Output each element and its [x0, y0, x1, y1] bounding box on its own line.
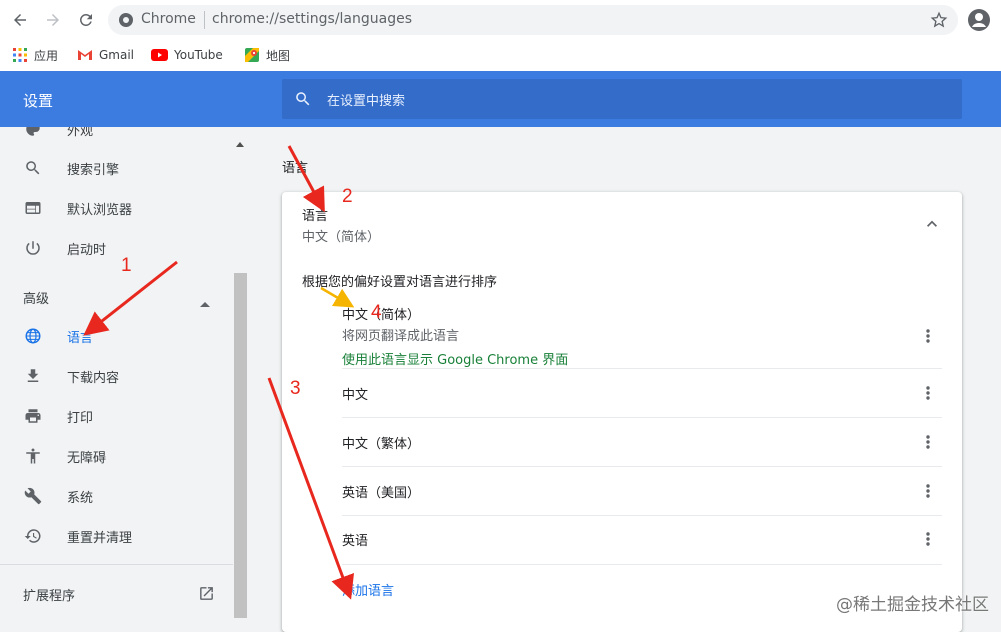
- back-arrow-icon: [14, 14, 26, 26]
- power-icon: [23, 238, 43, 258]
- download-icon: [23, 366, 43, 386]
- wrench-icon: [23, 486, 43, 506]
- collapse-arrow-icon[interactable]: [200, 292, 210, 311]
- url-text[interactable]: chrome://settings/languages: [212, 11, 412, 27]
- youtube-icon: [151, 49, 168, 61]
- sidebar-item-appearance[interactable]: 外观: [0, 127, 233, 147]
- section-title: 语言: [282, 161, 309, 176]
- globe-icon: [23, 326, 43, 346]
- sidebar-scrollbar-thumb[interactable]: [234, 273, 247, 618]
- card-title: 语言: [302, 209, 329, 224]
- language-name: 英语: [342, 534, 369, 549]
- back-button[interactable]: [8, 8, 32, 32]
- forward-button[interactable]: [41, 8, 65, 32]
- annotation-label-2: 2: [342, 186, 353, 207]
- languages-card: 语言 中文（简体） 根据您的偏好设置对语言进行排序 中文（简体） 将网页翻译成此…: [282, 192, 962, 632]
- annotation-label-1: 1: [121, 255, 132, 276]
- search-icon: [23, 158, 43, 178]
- sidebar-item-downloads[interactable]: 下载内容: [0, 358, 233, 394]
- sidebar-item-label: 语言: [67, 330, 94, 346]
- more-vert-icon[interactable]: [916, 430, 940, 454]
- more-vert-icon[interactable]: [916, 527, 940, 551]
- sidebar-item-extensions[interactable]: 扩展程序: [23, 585, 75, 604]
- language-row: 英语: [342, 516, 942, 565]
- profile-avatar-icon[interactable]: [967, 8, 991, 32]
- sidebar-item-default-browser[interactable]: 默认浏览器: [0, 190, 233, 226]
- language-name: 中文（繁体）: [342, 437, 421, 452]
- bookmarks-bar: 应用 Gmail YouTube 地图: [0, 40, 1001, 72]
- chrome-page-icon: [118, 12, 134, 32]
- page-title: 设置: [23, 92, 54, 110]
- card-subtitle: 中文（简体）: [302, 230, 381, 245]
- site-label: Chrome: [141, 11, 196, 27]
- add-languages-button[interactable]: 添加语言: [342, 580, 394, 599]
- sidebar-item-label: 外观: [67, 127, 94, 139]
- language-row: 中文（简体） 将网页翻译成此语言 使用此语言显示 Google Chrome 界…: [342, 298, 942, 369]
- bookmark-star-icon[interactable]: [930, 11, 948, 33]
- apps-grid-icon: [12, 47, 28, 63]
- sidebar-divider: [0, 564, 233, 565]
- palette-icon: [23, 127, 43, 139]
- sidebar-advanced-header[interactable]: 高级: [23, 288, 49, 307]
- sidebar-item-search-engine[interactable]: 搜索引擎: [0, 150, 233, 186]
- sidebar-item-label: 搜索引擎: [67, 162, 120, 178]
- settings-search-input[interactable]: 在设置中搜索: [282, 79, 962, 119]
- omnibox-divider: [204, 11, 205, 29]
- restore-icon: [23, 526, 43, 546]
- bookmark-label: 应用: [34, 48, 59, 63]
- collapse-button[interactable]: [922, 214, 942, 234]
- scroll-up-arrow-icon[interactable]: [236, 132, 244, 151]
- sidebar-item-label: 系统: [67, 490, 94, 506]
- annotation-label-4: 4: [371, 302, 382, 323]
- bookmark-label: 地图: [266, 48, 291, 63]
- sidebar-item-label: 启动时: [67, 242, 107, 258]
- search-icon: [294, 90, 312, 112]
- language-name: 英语（美国）: [342, 486, 421, 501]
- language-row: 英语（美国）: [342, 467, 942, 516]
- bookmark-youtube[interactable]: YouTube: [151, 45, 223, 65]
- sidebar-item-label: 无障碍: [67, 450, 107, 466]
- language-row: 中文: [342, 369, 942, 418]
- bookmark-gmail[interactable]: Gmail: [77, 45, 134, 65]
- maps-icon: [244, 47, 260, 63]
- bookmark-label: YouTube: [174, 48, 223, 62]
- sidebar-item-languages[interactable]: 语言: [0, 318, 233, 354]
- sidebar-item-label: 默认浏览器: [67, 202, 133, 218]
- sidebar-item-on-startup[interactable]: 启动时: [0, 230, 233, 266]
- gmail-icon: [77, 49, 93, 61]
- browser-icon: [23, 198, 43, 218]
- browser-toolbar: Chrome chrome://settings/languages: [0, 0, 1001, 40]
- sort-hint-text: 根据您的偏好设置对语言进行排序: [302, 275, 498, 290]
- bookmark-apps[interactable]: 应用: [12, 45, 58, 65]
- display-in-language-link[interactable]: 使用此语言显示 Google Chrome 界面: [342, 349, 568, 368]
- forward-arrow-icon: [47, 14, 59, 26]
- language-note: 将网页翻译成此语言: [342, 329, 460, 344]
- sidebar-item-system[interactable]: 系统: [0, 478, 233, 514]
- sidebar-item-printing[interactable]: 打印: [0, 398, 233, 434]
- open-in-new-icon[interactable]: [198, 585, 215, 606]
- chevron-up-icon: [927, 220, 937, 227]
- sidebar: 外观 搜索引擎 默认浏览器 启动时 高级 语言 下载内容 打印 无障碍 系统 重…: [0, 127, 233, 618]
- more-vert-icon[interactable]: [916, 381, 940, 405]
- bookmark-maps[interactable]: 地图: [244, 45, 290, 65]
- settings-header: 设置 在设置中搜索: [0, 71, 1001, 127]
- sidebar-item-label: 打印: [67, 410, 94, 426]
- sidebar-item-label: 重置并清理: [67, 530, 133, 546]
- more-vert-icon[interactable]: [916, 479, 940, 503]
- sidebar-item-accessibility[interactable]: 无障碍: [0, 438, 233, 474]
- bookmark-label: Gmail: [99, 48, 135, 62]
- accessibility-icon: [23, 446, 43, 466]
- reload-button[interactable]: [74, 8, 98, 32]
- language-row: 中文（繁体）: [342, 418, 942, 467]
- annotation-label-3: 3: [290, 378, 301, 399]
- sidebar-item-reset[interactable]: 重置并清理: [0, 518, 233, 554]
- search-placeholder: 在设置中搜索: [327, 94, 406, 109]
- sidebar-item-label: 下载内容: [67, 370, 120, 386]
- more-vert-icon[interactable]: [916, 324, 940, 348]
- address-bar[interactable]: Chrome chrome://settings/languages: [108, 5, 958, 35]
- language-name: 中文: [342, 388, 369, 403]
- printer-icon: [23, 406, 43, 426]
- watermark-text: @稀土掘金技术社区: [836, 595, 989, 615]
- reload-icon: [79, 13, 92, 26]
